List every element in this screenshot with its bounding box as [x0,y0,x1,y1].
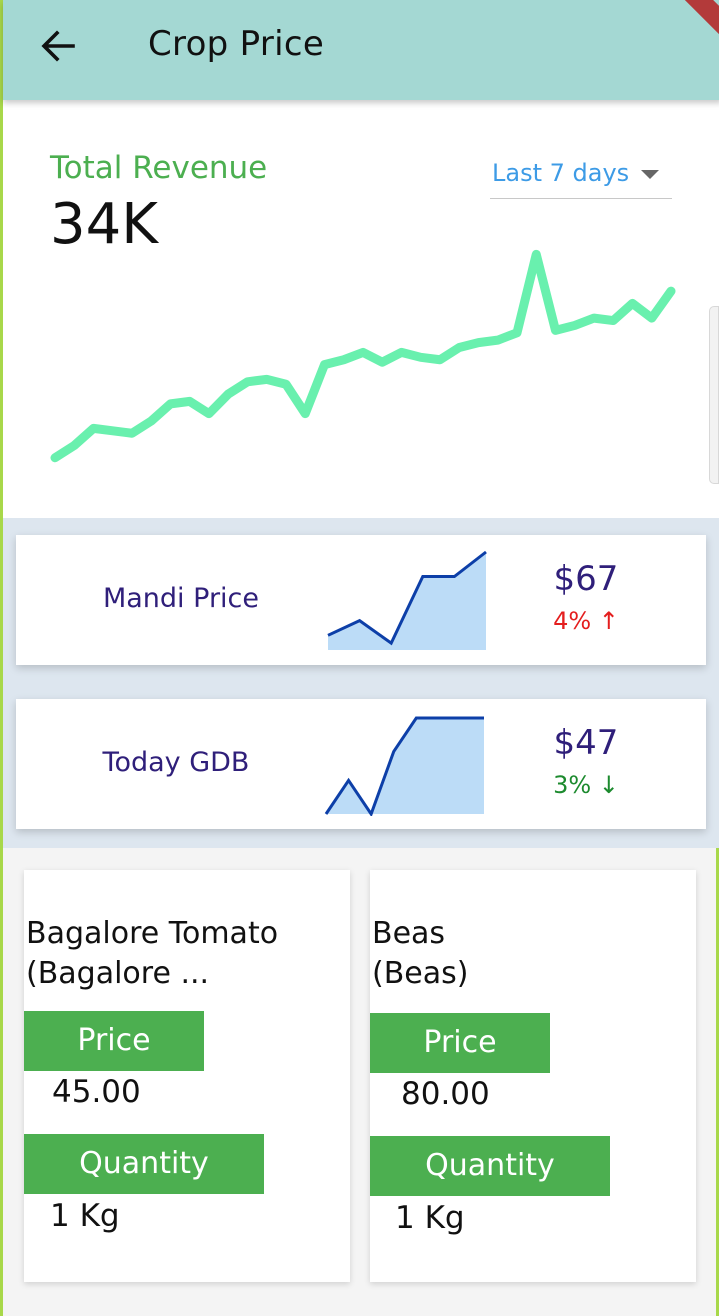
stat-amount: $67 [553,559,619,599]
mandi-price-sparkline [327,550,487,650]
edge-scroll-handle[interactable] [709,306,719,484]
quantity-label: Quantity [370,1136,610,1196]
today-gdb-sparkline [324,716,484,816]
stat-card-today-gdb[interactable]: Today GDB $47 3% ↓ [16,699,706,829]
price-label: Price [24,1011,204,1071]
revenue-series-line [50,249,676,463]
product-card[interactable]: Bagalore Tomato (Bagalore ... Price 45.0… [24,870,350,1282]
product-name-line1: Bagalore Tomato [26,916,279,951]
product-name-line2: (Beas) [372,956,469,991]
sparkline-area-1 [328,552,486,650]
revenue-line-chart [50,249,676,463]
product-name: Beas (Beas) [372,914,692,994]
stat-name: Today GDB [102,747,250,778]
app-bar: Crop Price [3,0,719,100]
stat-amount: $47 [553,723,619,763]
product-name: Bagalore Tomato (Bagalore ... [26,914,346,994]
product-card[interactable]: Beas (Beas) Price 80.00 Quantity 1 Kg [370,870,696,1282]
arrow-left-icon [41,30,75,62]
product-name-line2: (Bagalore ... [26,956,210,991]
stat-change: 4% ↑ [553,607,619,635]
price-label: Price [370,1013,550,1073]
debug-banner [666,0,719,45]
stat-change: 3% ↓ [553,771,619,799]
price-value: 80.00 [401,1076,490,1112]
back-button[interactable] [35,22,83,70]
stat-card-mandi-price[interactable]: Mandi Price $67 4% ↑ [16,535,706,665]
page-title: Crop Price [148,24,325,64]
stat-name: Mandi Price [102,583,260,614]
quantity-label: Quantity [24,1134,264,1194]
price-value: 45.00 [52,1074,141,1110]
product-name-line1: Beas [372,916,446,951]
quantity-value: 1 Kg [395,1200,465,1236]
quantity-value: 1 Kg [50,1198,120,1234]
